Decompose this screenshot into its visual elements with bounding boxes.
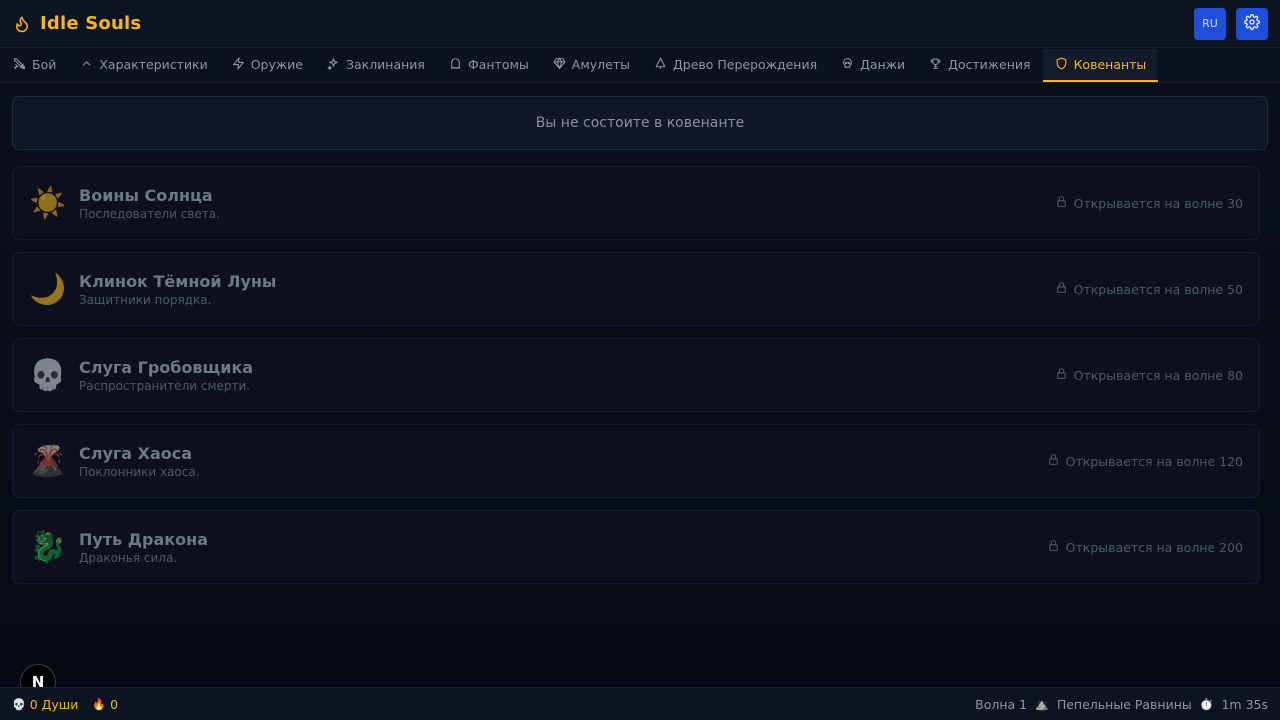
tab-battle[interactable]: Бой — [1, 49, 68, 82]
resources: 💀 0 Души 🔥 0 — [12, 697, 118, 712]
settings-button[interactable] — [1236, 7, 1268, 40]
tab-label: Достижения — [948, 57, 1031, 72]
moon-icon: 🌙 — [29, 271, 67, 307]
tab-label: Данжи — [860, 57, 906, 72]
covenant-info: Слуга Хаоса Поклонники хаоса. — [79, 444, 200, 479]
tab-label: Характеристики — [99, 57, 208, 72]
tree-icon — [654, 57, 667, 73]
lock-label: Открывается на волне 30 — [1073, 195, 1243, 211]
game-info: Волна 1 ⛰️ Пепельные Равнины ⏱️ 1m 35s — [975, 697, 1268, 712]
status-bar: 💀 0 Души 🔥 0 Волна 1 ⛰️ Пепельные Равнин… — [0, 687, 1280, 720]
tab-label: Бой — [32, 57, 57, 72]
covenant-lock-status: Открывается на волне 50 — [1055, 281, 1243, 297]
wave-label: Волна 1 — [975, 696, 1028, 712]
covenant-card[interactable]: 🐉 Путь Дракона Драконья сила. Открываетс… — [12, 510, 1260, 584]
header-actions: RU — [1194, 7, 1268, 40]
covenant-info: Путь Дракона Драконья сила. — [79, 530, 208, 565]
tab-rebirth-tree[interactable]: Древо Перерождения — [642, 49, 829, 82]
covenant-name: Слуга Хаоса — [79, 443, 193, 463]
skull-mask-icon — [841, 57, 854, 73]
covenant-card[interactable]: ☀️ Воины Солнца Последователи света. Отк… — [12, 166, 1260, 240]
tab-label: Ковенанты — [1073, 57, 1147, 72]
tab-label: Древо Перерождения — [673, 57, 818, 72]
covenant-name: Клинок Тёмной Луны — [79, 271, 277, 291]
language-button[interactable]: RU — [1194, 7, 1226, 40]
covenant-info: Клинок Тёмной Луны Защитники порядка. — [79, 272, 276, 307]
lock-icon — [1047, 539, 1060, 555]
lock-icon — [1055, 195, 1068, 211]
dragon-icon: 🐉 — [29, 529, 67, 565]
tab-stats[interactable]: Характеристики — [68, 49, 219, 82]
covenant-card[interactable]: 🌙 Клинок Тёмной Луны Защитники порядка. … — [12, 252, 1260, 326]
lock-label: Открывается на волне 200 — [1065, 539, 1243, 555]
tab-label: Заклинания — [345, 57, 425, 72]
tab-label: Оружие — [250, 57, 303, 72]
shield-icon — [1055, 57, 1068, 73]
timer-label: 1m 35s — [1221, 696, 1268, 712]
covenant-description: Последователи света. — [79, 206, 220, 221]
covenant-description: Распространители смерти. — [79, 378, 251, 393]
covenant-info: Слуга Гробовщика Распространители смерти… — [79, 358, 253, 393]
gear-icon — [1244, 14, 1260, 33]
timer-icon: ⏱️ — [1199, 697, 1214, 711]
covenant-name: Воины Солнца — [79, 185, 213, 205]
lock-icon — [1055, 367, 1068, 383]
tab-phantoms[interactable]: Фантомы — [437, 49, 541, 82]
lightning-icon — [232, 57, 245, 73]
covenant-lock-status: Открывается на волне 120 — [1047, 453, 1243, 469]
ghost-icon — [449, 57, 462, 73]
top-header: Idle Souls RU — [0, 0, 1280, 48]
covenant-name: Путь Дракона — [79, 529, 208, 549]
covenant-name: Слуга Гробовщика — [79, 357, 254, 377]
covenant-description: Защитники порядка. — [79, 292, 212, 307]
flame-value: 0 — [110, 696, 119, 712]
lock-label: Открывается на волне 80 — [1073, 367, 1243, 383]
souls-counter: 💀 0 Души — [12, 697, 78, 712]
covenant-description: Драконья сила. — [79, 550, 178, 565]
tab-covenants[interactable]: Ковенанты — [1042, 49, 1159, 82]
tab-spells[interactable]: Заклинания — [315, 49, 437, 82]
lock-icon — [1047, 453, 1060, 469]
covenant-lock-status: Открывается на волне 30 — [1055, 195, 1243, 211]
fire-icon: 🔥 — [92, 697, 107, 711]
tab-dungeons[interactable]: Данжи — [829, 49, 917, 82]
souls-value: 0 Души — [29, 696, 79, 712]
covenant-status: Вы не состоите в ковенанте — [12, 96, 1268, 150]
volcano-icon: 🌋 — [29, 443, 67, 479]
covenant-description: Поклонники хаоса. — [79, 464, 200, 479]
flame-counter: 🔥 0 — [92, 697, 118, 712]
covenant-card[interactable]: 🌋 Слуга Хаоса Поклонники хаоса. Открывае… — [12, 424, 1260, 498]
app-title: Idle Souls — [40, 13, 142, 34]
skull-icon: 💀 — [12, 697, 26, 711]
lock-label: Открывается на волне 50 — [1073, 281, 1243, 297]
mountain-icon: ⛰️ — [1035, 697, 1049, 711]
chevron-up-icon — [80, 57, 93, 73]
tab-label: Амулеты — [571, 57, 631, 72]
brand: Idle Souls — [12, 13, 141, 34]
trophy-icon — [929, 57, 942, 73]
app-root: Idle Souls RU Бой Характеристики Оружие … — [0, 0, 1280, 720]
tab-label: Фантомы — [467, 57, 529, 72]
tab-achievements[interactable]: Достижения — [917, 49, 1042, 82]
gem-icon — [553, 57, 566, 73]
lock-icon — [1055, 281, 1068, 297]
lock-label: Открывается на волне 120 — [1065, 453, 1243, 469]
covenant-lock-status: Открывается на волне 80 — [1055, 367, 1243, 383]
crossed-swords-icon — [13, 57, 26, 73]
tab-bar: Бой Характеристики Оружие Заклинания Фан… — [0, 49, 1280, 83]
flame-icon — [12, 14, 32, 34]
skull-icon: 💀 — [29, 357, 67, 393]
tab-weapons[interactable]: Оружие — [220, 49, 315, 82]
tab-amulets[interactable]: Амулеты — [541, 49, 642, 82]
sun-icon: ☀️ — [29, 185, 67, 221]
covenant-info: Воины Солнца Последователи света. — [79, 186, 220, 221]
covenant-card[interactable]: 💀 Слуга Гробовщика Распространители смер… — [12, 338, 1260, 412]
location-label: Пепельные Равнины — [1056, 696, 1192, 712]
covenant-lock-status: Открывается на волне 200 — [1047, 539, 1243, 555]
sparkles-icon — [327, 57, 340, 73]
